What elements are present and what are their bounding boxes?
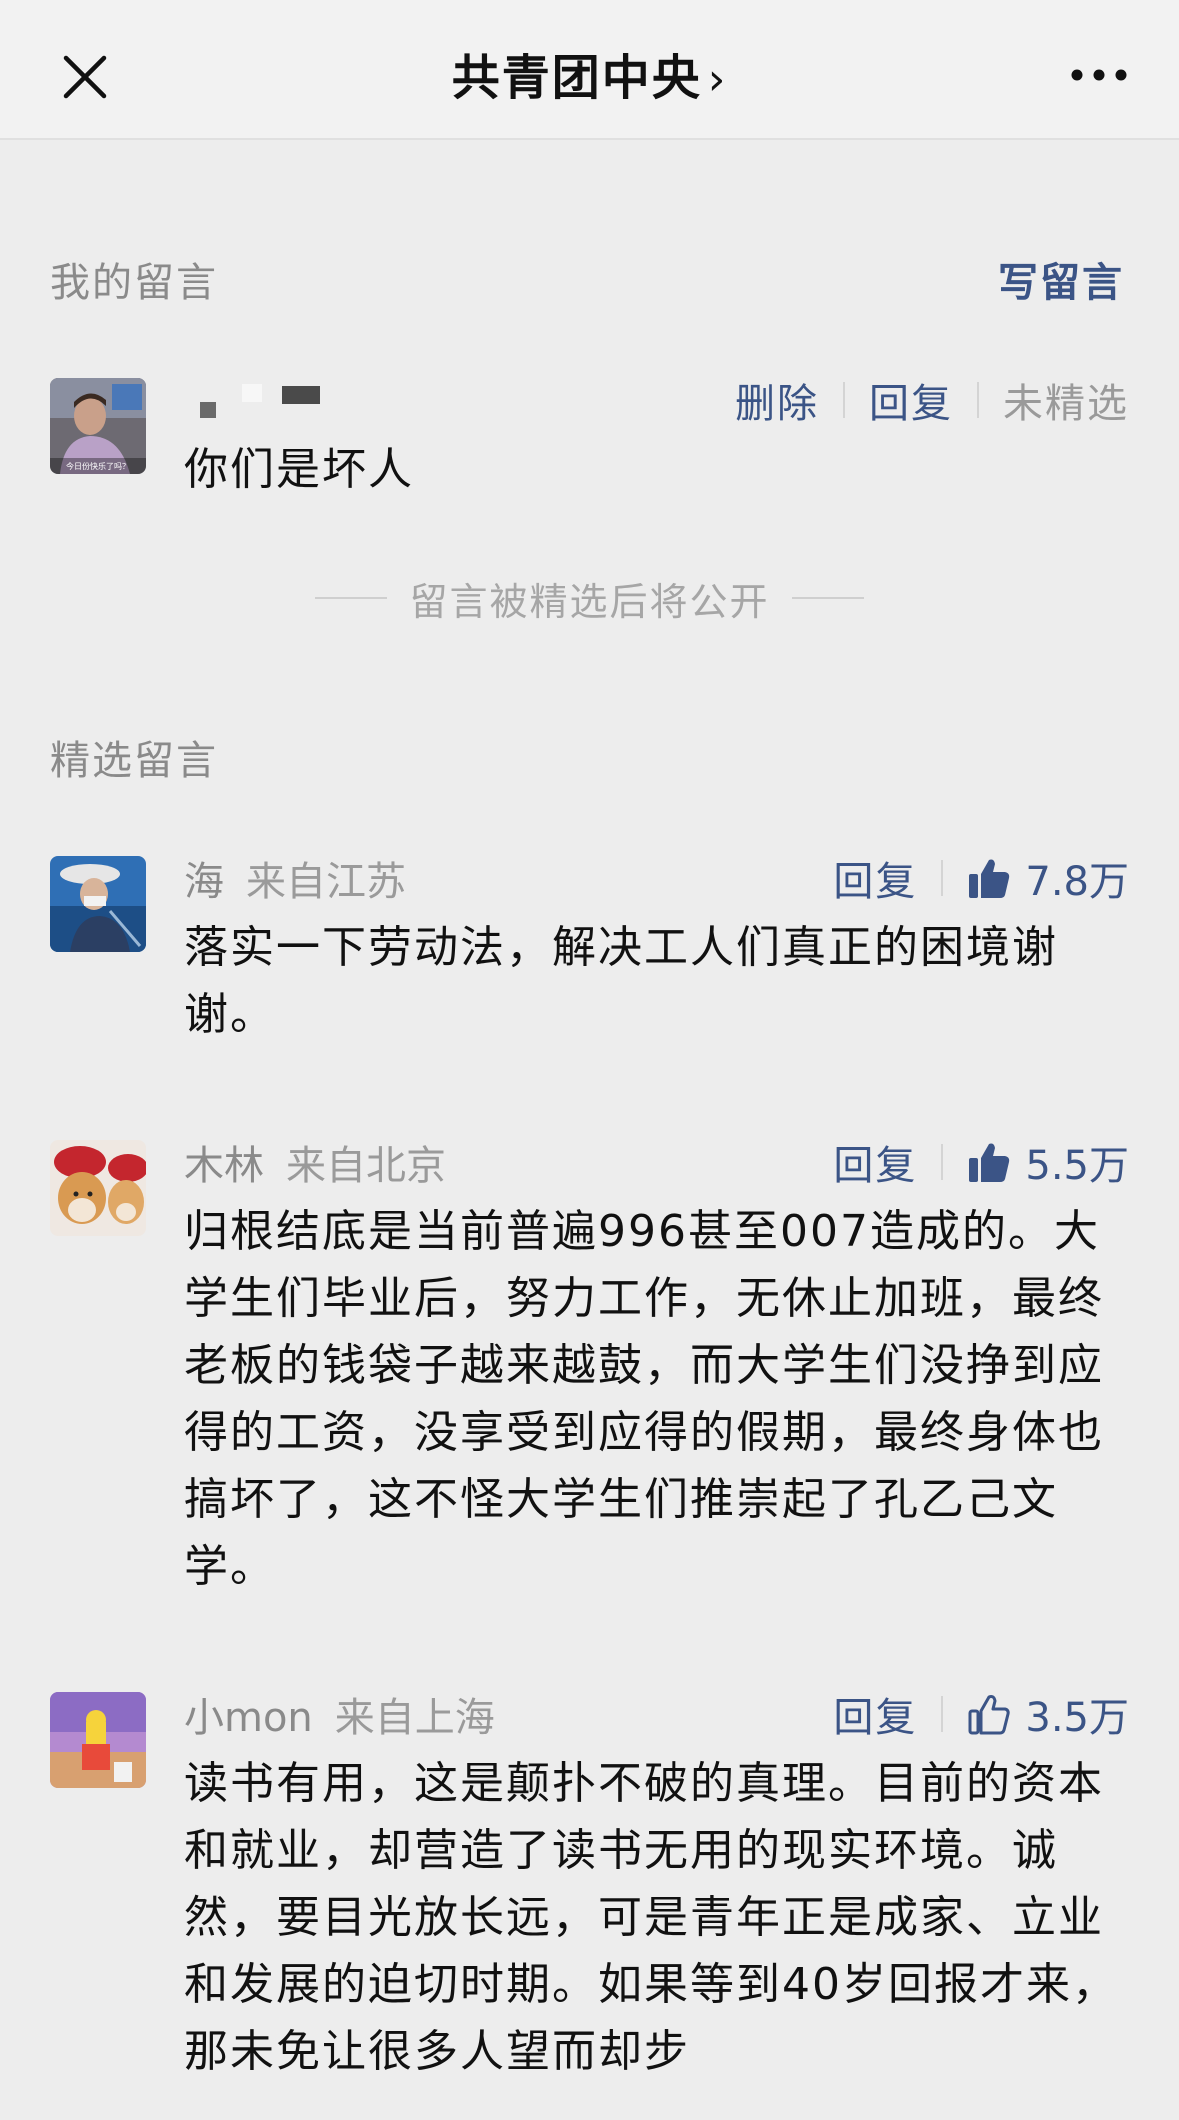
- divider-left: [315, 597, 388, 599]
- comment-meta: 小mon 来自上海 回复 3.5万: [184, 1684, 1129, 1744]
- thumbs-up-outline-icon: [968, 1695, 1011, 1735]
- divider: [941, 860, 944, 896]
- more-button[interactable]: [1059, 50, 1139, 100]
- comment-text: 落实一下劳动法，解决工人们真正的困境谢谢。: [184, 922, 1058, 1040]
- comment-meta: 海 来自江苏 回复 7.8万: [184, 848, 1129, 908]
- featured-comments-label: 精选留言: [50, 738, 218, 784]
- like-count: 3.5万: [1025, 1695, 1129, 1741]
- reply-button[interactable]: 回复: [833, 1685, 917, 1743]
- featured-status: 未精选: [1003, 381, 1129, 427]
- featured-comment: 木林 来自北京 回复 5.5万 归根结底是当前普遍996甚至007造成的。大学生…: [184, 1132, 1129, 1600]
- chevron-right-icon: ›: [707, 54, 728, 105]
- comment-meta: 删除 回复 未精选: [184, 370, 1129, 430]
- comment-actions: 回复 5.5万: [833, 1133, 1129, 1191]
- write-comment-button[interactable]: 写留言: [998, 250, 1124, 308]
- avatar-caption: 今日份快乐了吗？: [66, 461, 130, 471]
- commenter-name[interactable]: 海: [184, 849, 224, 907]
- comment-actions: 删除 回复 未精选: [735, 371, 1129, 429]
- comment-actions: 回复 3.5万: [833, 1685, 1129, 1743]
- redacted-username: [184, 370, 324, 430]
- divider-right: [791, 597, 864, 599]
- commenter-location: 来自上海: [334, 1695, 495, 1741]
- top-bar: 共青团中央 ›: [0, 0, 1179, 140]
- thumbs-up-filled-icon: [969, 1143, 1010, 1182]
- reply-button[interactable]: 回复: [833, 1133, 917, 1191]
- comment-text: 读书有用，这是颠扑不破的真理。目前的资本和就业，却营造了读书无用的现实环境。诚然…: [184, 1758, 1118, 2077]
- featured-comment: 小mon 来自上海 回复 3.5万 读书有用，这是颠扑不破的真理。目前的资本和就…: [184, 1684, 1129, 2085]
- reply-button[interactable]: 回复: [869, 371, 953, 429]
- like-button[interactable]: 3.5万: [967, 1685, 1129, 1743]
- comment-actions: 回复 7.8万: [833, 849, 1129, 907]
- more-icon: [1071, 69, 1127, 81]
- like-button[interactable]: 5.5万: [967, 1133, 1129, 1191]
- divider: [843, 382, 845, 418]
- comment-meta: 木林 来自北京 回复 5.5万: [184, 1132, 1129, 1192]
- delete-button[interactable]: 删除: [735, 371, 819, 429]
- comment-text: 你们是坏人: [184, 444, 414, 495]
- divider: [941, 1696, 944, 1732]
- account-name[interactable]: 共青团中央: [452, 50, 702, 106]
- thumbs-up-filled-icon: [969, 859, 1010, 898]
- commenter-avatar[interactable]: [50, 1140, 146, 1236]
- commenter-avatar[interactable]: [50, 856, 146, 952]
- featured-comment: 海 来自江苏 回复 7.8万 落实一下劳动法，解决工人们真正的困境谢谢。: [184, 848, 1129, 1048]
- notice-text: 留言被精选后将公开: [409, 579, 770, 624]
- commenter-location: 来自江苏: [246, 859, 406, 905]
- my-avatar[interactable]: 今日份快乐了吗？: [50, 378, 146, 474]
- page-title[interactable]: 共青团中央 ›: [0, 38, 1179, 108]
- my-comment: 删除 回复 未精选 你们是坏人: [184, 370, 1129, 503]
- commenter-name[interactable]: 木林: [184, 1133, 264, 1191]
- commenter-location: 来自北京: [286, 1143, 446, 1189]
- featured-notice: 留言被精选后将公开: [0, 568, 1179, 628]
- divider: [977, 382, 979, 418]
- like-count: 7.8万: [1025, 859, 1129, 905]
- commenter-name[interactable]: 小mon: [184, 1685, 313, 1743]
- reply-button[interactable]: 回复: [833, 849, 917, 907]
- like-button[interactable]: 7.8万: [967, 849, 1129, 907]
- my-comments-label: 我的留言: [50, 260, 218, 306]
- divider: [941, 1144, 944, 1180]
- like-count: 5.5万: [1025, 1143, 1129, 1189]
- commenter-avatar[interactable]: [50, 1692, 146, 1788]
- comment-text: 归根结底是当前普遍996甚至007造成的。大学生们毕业后，努力工作，无休止加班，…: [184, 1206, 1104, 1592]
